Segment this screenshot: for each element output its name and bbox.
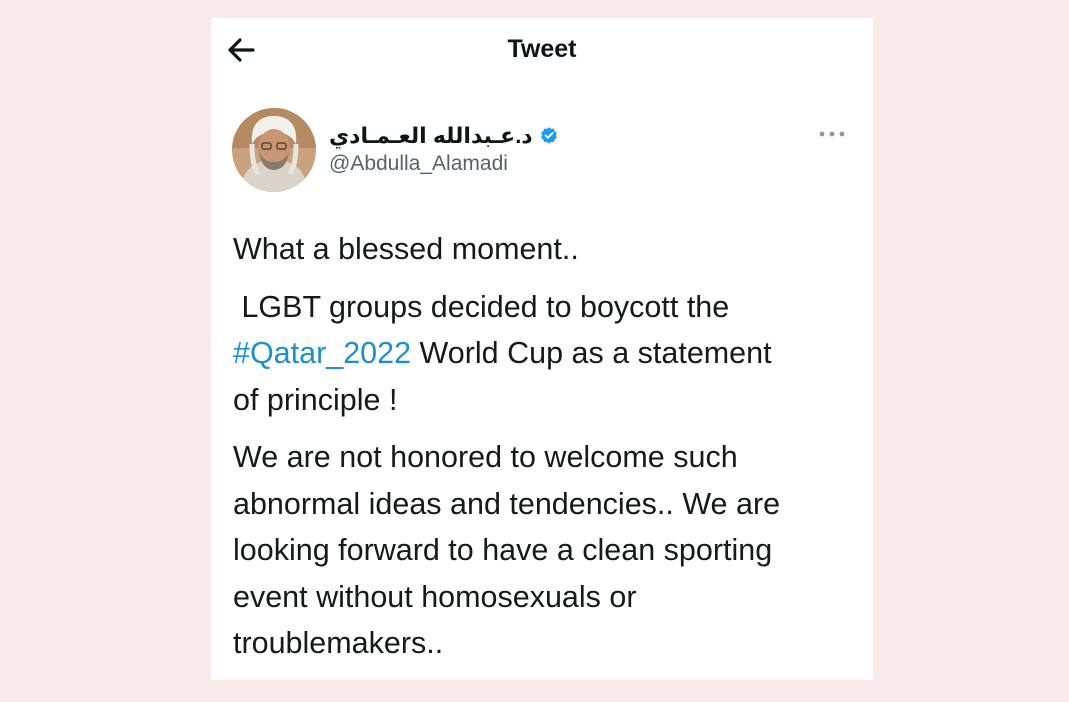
tweet-line: looking forward to have a clean sporting <box>233 533 773 567</box>
tweet-line: What a blessed moment.. <box>233 232 579 266</box>
tweet-paragraph-1: What a blessed moment.. <box>233 226 863 273</box>
page-title: Tweet <box>507 35 577 63</box>
avatar-image <box>232 108 316 192</box>
more-horizontal-icon <box>819 131 845 137</box>
verified-badge-icon <box>539 126 559 146</box>
display-name[interactable]: د.عـبدالله العـمـادي <box>329 122 533 150</box>
tweet-card: Tweet د.عـبدالله العـمـادي @Abdulla_Alam… <box>211 18 873 680</box>
more-options-button[interactable] <box>814 122 850 146</box>
tweet-author: د.عـبدالله العـمـادي @Abdulla_Alamadi <box>329 121 559 177</box>
display-name-row: د.عـبدالله العـمـادي <box>329 121 559 151</box>
tweet-header: Tweet <box>211 18 873 80</box>
user-handle[interactable]: @Abdulla_Alamadi <box>329 151 559 177</box>
tweet-line: World Cup as a statement <box>411 336 772 370</box>
tweet-line: of principle ! <box>233 382 398 417</box>
tweet-text: What a blessed moment.. LGBT groups deci… <box>233 226 863 678</box>
tweet-paragraph-2: LGBT groups decided to boycott the #Qata… <box>233 284 863 424</box>
tweet-paragraph-3: We are not honored to welcome such abnor… <box>233 434 863 667</box>
tweet-line: We are not honored to welcome such <box>233 440 738 474</box>
hashtag-link[interactable]: #Qatar_2022 <box>233 336 411 370</box>
tweet-line: LGBT groups decided to boycott the <box>233 289 730 324</box>
tweet-line: troublemakers.. <box>233 626 444 660</box>
avatar[interactable] <box>232 108 316 192</box>
tweet-line: event without homosexuals or <box>233 579 637 614</box>
tweet-line: abnormal ideas and tendencies.. We are <box>233 486 781 521</box>
